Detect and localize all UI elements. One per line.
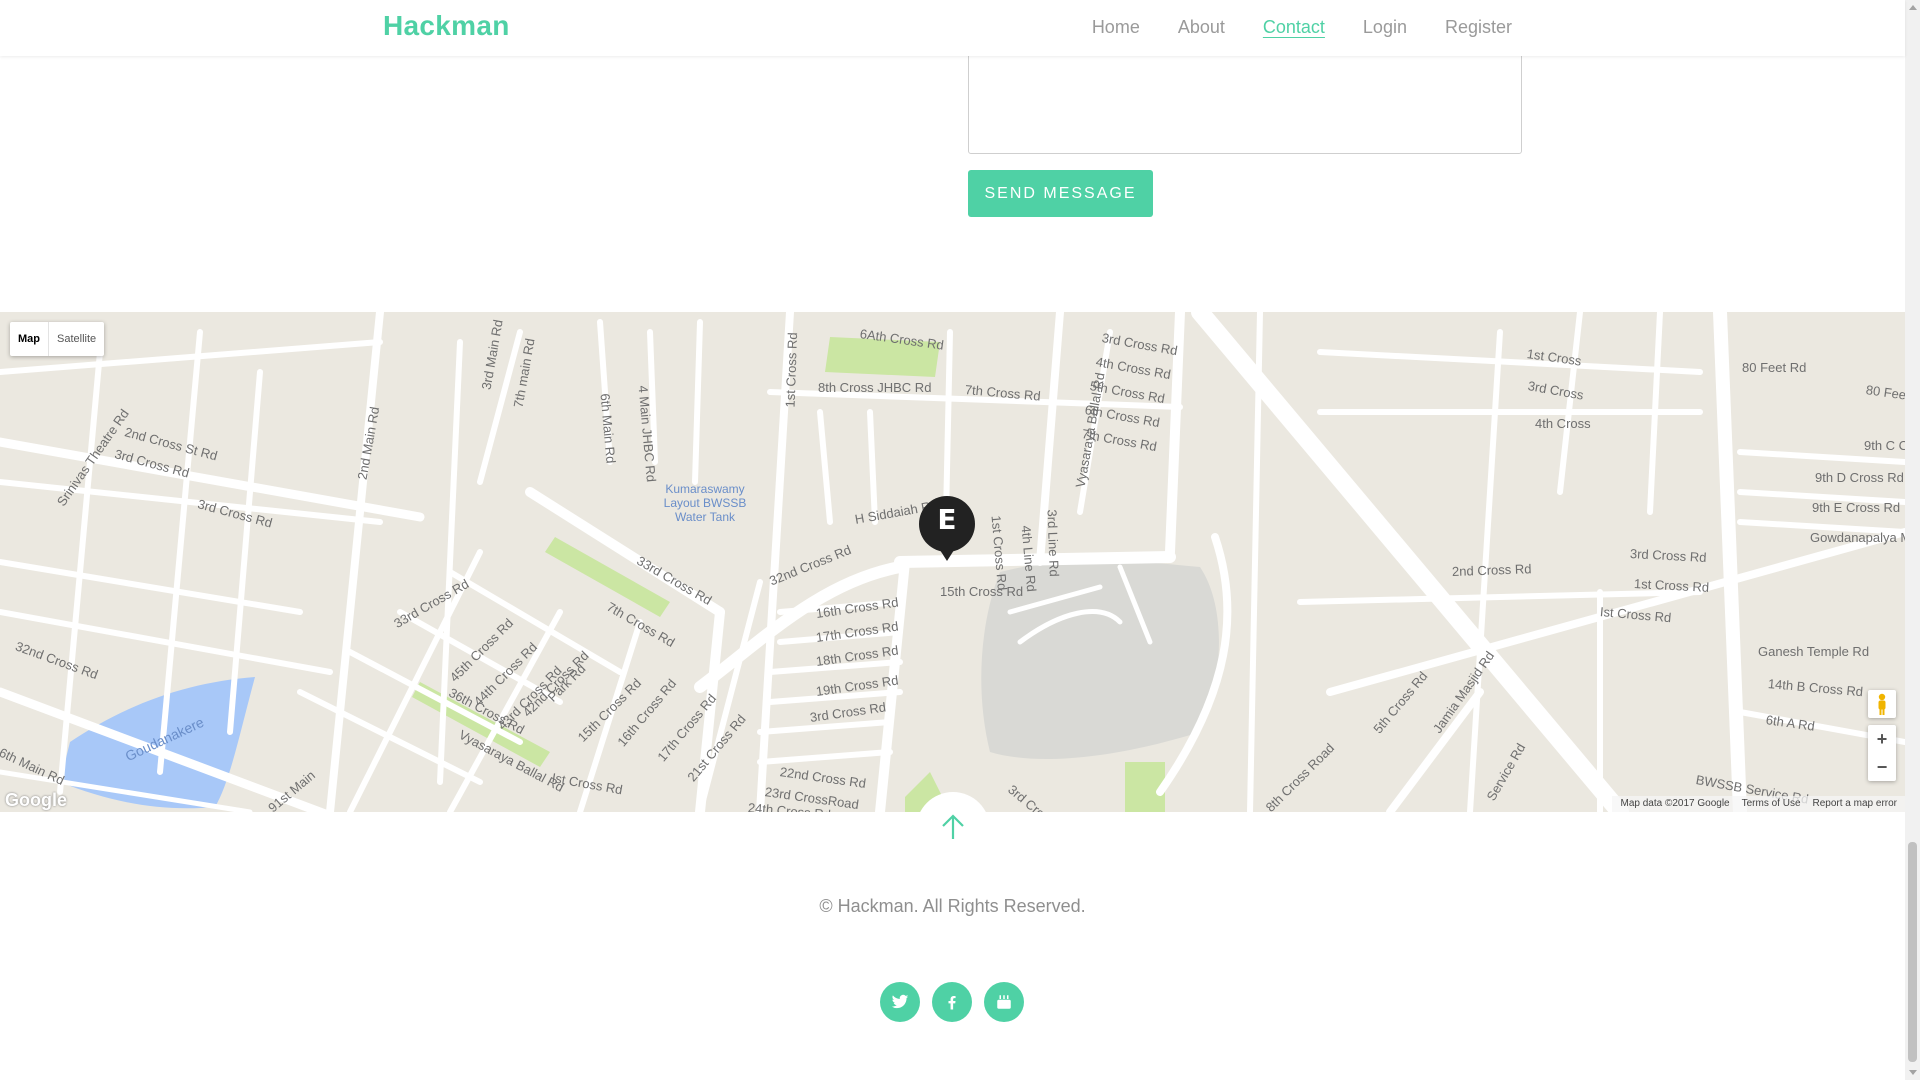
scrollbar-thumb[interactable] bbox=[1908, 842, 1917, 1062]
brand-logo[interactable]: Hackman bbox=[383, 10, 510, 42]
zoom-control: + − bbox=[1868, 725, 1896, 781]
map-marker-icon[interactable]: E bbox=[918, 495, 976, 565]
page-scrollbar[interactable] bbox=[1905, 0, 1920, 1080]
street-label: 8th Cross JHBC Rd bbox=[818, 380, 932, 395]
google-logo: Google bbox=[5, 790, 67, 810]
social-links bbox=[880, 982, 1024, 1022]
nav-register-link[interactable]: Register bbox=[1445, 17, 1512, 38]
nav-menu: Home About Contact Login Register bbox=[1054, 17, 1512, 38]
zoom-out-button[interactable]: − bbox=[1868, 753, 1896, 781]
arrow-up-icon bbox=[942, 814, 964, 839]
street-label: 2nd Cross Rd bbox=[1451, 561, 1532, 579]
navbar: Hackman Home About Contact Login Registe… bbox=[0, 0, 1905, 56]
street-label: Ganesh Temple Rd bbox=[1758, 644, 1870, 659]
youtube-icon bbox=[997, 995, 1011, 1009]
street-label: 4th Cross bbox=[1535, 416, 1591, 431]
street-view-pegman-icon[interactable] bbox=[1868, 690, 1896, 718]
youtube-button[interactable] bbox=[984, 982, 1024, 1022]
facebook-icon bbox=[948, 996, 956, 1010]
message-textarea[interactable] bbox=[968, 40, 1522, 154]
nav-login-link[interactable]: Login bbox=[1363, 17, 1407, 38]
twitter-button[interactable] bbox=[880, 982, 920, 1022]
map-type-control: Map Satellite bbox=[10, 322, 105, 356]
street-label: 15th Cross Rd bbox=[940, 584, 1024, 599]
zoom-in-button[interactable]: + bbox=[1868, 725, 1896, 753]
facebook-button[interactable] bbox=[932, 982, 972, 1022]
scroll-to-top-button[interactable] bbox=[916, 792, 990, 866]
twitter-icon bbox=[891, 994, 909, 1009]
terms-of-use-link[interactable]: Terms of Use bbox=[1742, 796, 1801, 812]
map-type-satellite-button[interactable]: Satellite bbox=[49, 322, 104, 356]
google-map[interactable]: 6Ath Cross Rd 8th Cross JHBC Rd 7th Cros… bbox=[0, 312, 1905, 812]
marker-letter: E bbox=[937, 503, 957, 536]
scroll-up-arrow-icon[interactable] bbox=[1909, 5, 1917, 10]
send-message-button[interactable]: SEND MESSAGE bbox=[968, 170, 1153, 217]
scroll-down-arrow-icon[interactable] bbox=[1909, 1070, 1917, 1075]
street-label: 9th C Cross Rd bbox=[1864, 438, 1905, 453]
water-tank-label: Kumaraswamy Layout BWSSB Water Tank bbox=[663, 482, 747, 524]
report-map-error-link[interactable]: Report a map error bbox=[1813, 796, 1897, 812]
map-data-credit: Map data ©2017 Google bbox=[1620, 798, 1730, 809]
street-label: 9th D Cross Rd bbox=[1815, 470, 1904, 485]
street-label: 9th E Cross Rd bbox=[1812, 500, 1901, 515]
street-label: Gowdanapalya Main Rd bbox=[1810, 530, 1905, 545]
map-type-map-button[interactable]: Map bbox=[10, 322, 49, 356]
street-label: 3rd Line Rd bbox=[1044, 509, 1062, 577]
nav-home-link[interactable]: Home bbox=[1092, 17, 1140, 38]
street-label: 1st Cross Rd bbox=[782, 332, 801, 408]
nav-contact-link[interactable]: Contact bbox=[1263, 17, 1325, 38]
map-attribution: Map data ©2017 Google Terms of Use Repor… bbox=[1612, 796, 1905, 812]
copyright-text: © Hackman. All Rights Reserved. bbox=[819, 896, 1086, 916]
nav-about-link[interactable]: About bbox=[1178, 17, 1225, 38]
street-label: 80 Feet Rd bbox=[1742, 360, 1807, 375]
